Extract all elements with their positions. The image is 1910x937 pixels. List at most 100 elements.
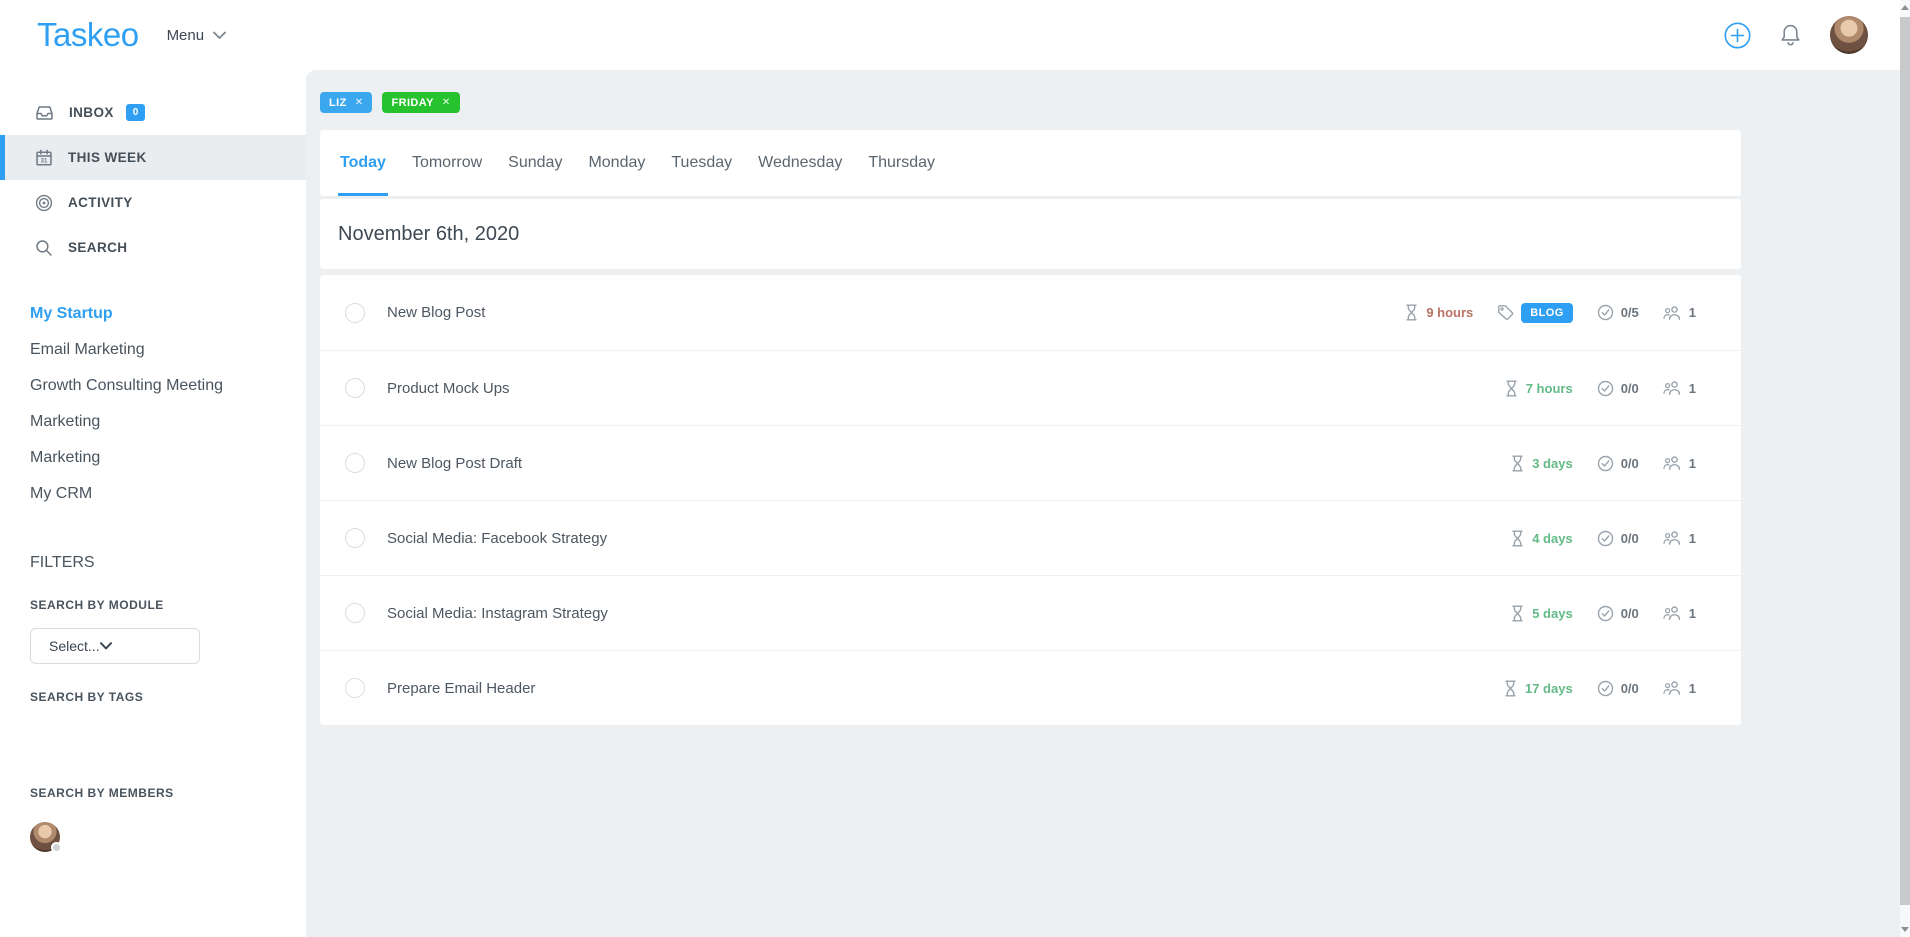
project-label: Marketing bbox=[30, 413, 100, 431]
task-duration: 17 days bbox=[1503, 680, 1573, 697]
hourglass-icon bbox=[1504, 380, 1519, 397]
task-duration: 4 days bbox=[1510, 530, 1572, 547]
task-title: Social Media: Facebook Strategy bbox=[387, 530, 607, 547]
day-tab[interactable]: Monday bbox=[586, 130, 647, 196]
member-filter-avatar[interactable] bbox=[30, 822, 60, 852]
sidebar: INBOX 0 31 THIS WEEK ACTIVITY SEARCH bbox=[0, 70, 306, 937]
member-status-dot bbox=[51, 842, 62, 853]
add-button[interactable] bbox=[1724, 22, 1751, 49]
task-checklist-count: 0/0 bbox=[1621, 381, 1639, 396]
close-icon[interactable]: ✕ bbox=[442, 97, 451, 108]
sidebar-item-label: ACTIVITY bbox=[68, 195, 133, 210]
task-checklist: 0/5 bbox=[1597, 304, 1639, 321]
sidebar-item-inbox[interactable]: INBOX 0 bbox=[0, 90, 306, 135]
task-duration-value: 9 hours bbox=[1426, 305, 1473, 320]
task-duration-value: 7 hours bbox=[1526, 381, 1573, 396]
active-filter-chips: LIZ ✕ FRIDAY ✕ bbox=[320, 92, 1910, 113]
task-checklist-count: 0/5 bbox=[1621, 305, 1639, 320]
task-complete-checkbox[interactable] bbox=[345, 453, 365, 473]
task-duration: 7 hours bbox=[1504, 380, 1573, 397]
menu-button[interactable]: Menu bbox=[167, 27, 227, 44]
module-select[interactable]: Select... bbox=[30, 628, 200, 664]
task-members-count: 1 bbox=[1689, 456, 1696, 471]
project-list-item[interactable]: Email Marketing bbox=[0, 332, 306, 368]
day-tab[interactable]: Tomorrow bbox=[410, 130, 484, 196]
task-row[interactable]: New Blog Post 9 hours bbox=[320, 275, 1741, 350]
project-list-item[interactable]: Marketing bbox=[0, 440, 306, 476]
task-complete-checkbox[interactable] bbox=[345, 303, 365, 323]
day-tab[interactable]: Tuesday bbox=[669, 130, 734, 196]
search-by-members-label: SEARCH BY MEMBERS bbox=[30, 786, 306, 800]
task-checklist-count: 0/0 bbox=[1621, 531, 1639, 546]
task-row[interactable]: Social Media: Facebook Strategy 4 days bbox=[320, 500, 1741, 575]
task-tag-chip[interactable]: BLOG bbox=[1521, 303, 1572, 323]
members-icon bbox=[1663, 305, 1682, 321]
project-label: Growth Consulting Meeting bbox=[30, 377, 223, 395]
scrollbar-thumb[interactable] bbox=[1900, 17, 1910, 905]
task-tag: BLOG bbox=[1497, 303, 1572, 323]
members-icon bbox=[1663, 530, 1682, 546]
notifications-bell-icon[interactable] bbox=[1779, 23, 1802, 48]
task-title: New Blog Post Draft bbox=[387, 455, 522, 472]
inbox-icon bbox=[35, 104, 69, 121]
app-logo[interactable]: Taskeo bbox=[37, 16, 139, 54]
filter-chip[interactable]: FRIDAY ✕ bbox=[382, 92, 459, 113]
task-duration-value: 3 days bbox=[1532, 456, 1572, 471]
project-list-item[interactable]: Growth Consulting Meeting bbox=[0, 368, 306, 404]
filters-panel: FILTERS SEARCH BY MODULE Select... SEARC… bbox=[0, 554, 306, 852]
check-circle-icon bbox=[1597, 304, 1614, 321]
task-complete-checkbox[interactable] bbox=[345, 603, 365, 623]
filter-chip-label: FRIDAY bbox=[391, 97, 433, 109]
task-members: 1 bbox=[1663, 305, 1696, 321]
sidebar-item-search[interactable]: SEARCH bbox=[0, 225, 306, 270]
scrollbar-track[interactable] bbox=[1900, 0, 1910, 937]
scrollbar-up-arrow[interactable] bbox=[1901, 5, 1909, 10]
task-meta: 9 hours BLOG bbox=[1404, 303, 1696, 323]
scrollbar-down-arrow[interactable] bbox=[1901, 927, 1909, 932]
filters-title: FILTERS bbox=[30, 554, 306, 572]
task-checklist: 0/0 bbox=[1597, 530, 1639, 547]
members-icon bbox=[1663, 680, 1682, 696]
hourglass-icon bbox=[1510, 455, 1525, 472]
close-icon[interactable]: ✕ bbox=[355, 97, 364, 108]
project-list-item[interactable]: My Startup bbox=[0, 296, 306, 332]
filter-chip[interactable]: LIZ ✕ bbox=[320, 92, 372, 113]
day-tab[interactable]: Sunday bbox=[506, 130, 564, 196]
sidebar-item-this-week[interactable]: 31 THIS WEEK bbox=[0, 135, 306, 180]
sidebar-item-activity[interactable]: ACTIVITY bbox=[0, 180, 306, 225]
project-list-item[interactable]: My CRM bbox=[0, 476, 306, 512]
project-list-item[interactable]: Marketing bbox=[0, 404, 306, 440]
task-checklist: 0/0 bbox=[1597, 680, 1639, 697]
task-members: 1 bbox=[1663, 455, 1696, 471]
check-circle-icon bbox=[1597, 455, 1614, 472]
project-label: Marketing bbox=[30, 449, 100, 467]
task-members: 1 bbox=[1663, 605, 1696, 621]
task-members: 1 bbox=[1663, 680, 1696, 696]
task-row[interactable]: Prepare Email Header 17 days bbox=[320, 650, 1741, 725]
user-avatar[interactable] bbox=[1830, 16, 1868, 54]
task-row[interactable]: Social Media: Instagram Strategy 5 days bbox=[320, 575, 1741, 650]
check-circle-icon bbox=[1597, 680, 1614, 697]
sidebar-item-label: THIS WEEK bbox=[68, 150, 147, 165]
date-header: November 6th, 2020 bbox=[320, 199, 1741, 269]
module-select-value: Select... bbox=[49, 638, 100, 654]
calendar-icon: 31 bbox=[35, 149, 68, 167]
task-row[interactable]: Product Mock Ups 7 hours bbox=[320, 350, 1741, 425]
project-label: Email Marketing bbox=[30, 341, 145, 359]
task-complete-checkbox[interactable] bbox=[345, 378, 365, 398]
task-complete-checkbox[interactable] bbox=[345, 678, 365, 698]
task-row[interactable]: New Blog Post Draft 3 days bbox=[320, 425, 1741, 500]
chevron-down-icon bbox=[100, 642, 112, 650]
hourglass-icon bbox=[1510, 605, 1525, 622]
task-complete-checkbox[interactable] bbox=[345, 528, 365, 548]
day-tab[interactable]: Wednesday bbox=[756, 130, 844, 196]
day-tab-label: Thursday bbox=[868, 154, 935, 172]
day-tab[interactable]: Today bbox=[338, 130, 388, 196]
task-members: 1 bbox=[1663, 380, 1696, 396]
filter-chip-label: LIZ bbox=[329, 97, 347, 109]
task-checklist-count: 0/0 bbox=[1621, 456, 1639, 471]
hourglass-icon bbox=[1510, 530, 1525, 547]
day-tab[interactable]: Thursday bbox=[866, 130, 937, 196]
check-circle-icon bbox=[1597, 605, 1614, 622]
task-members-count: 1 bbox=[1689, 681, 1696, 696]
